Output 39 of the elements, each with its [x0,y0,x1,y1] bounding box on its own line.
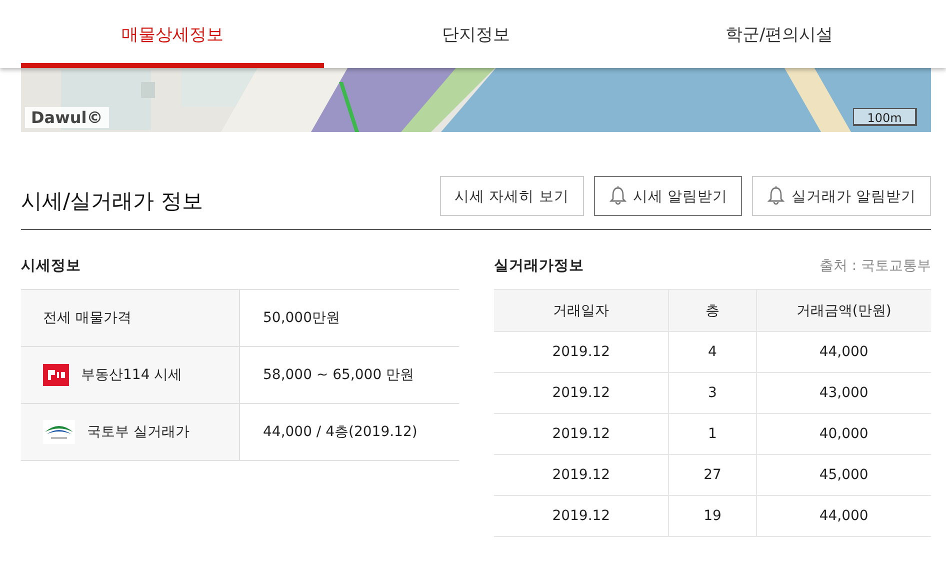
scale-bar: 100m [853,108,917,126]
logo-icon [43,420,75,444]
subsection-title: 실거래가정보 [494,257,584,275]
table-cell: 2019.12 [494,454,669,496]
table-cell: 43,000 [756,372,931,414]
table-cell: 4 [668,332,756,372]
section-title: 시세/실거래가 정보 [21,188,203,215]
source-note: 출처 : 국토교통부 [819,257,931,275]
column-header: 거래금액(만원) [756,290,931,332]
price-label: 부동산114 시세 [81,366,182,384]
price-value: 44,000 / 4층(2019.12) [263,424,418,440]
table-cell: 1 [668,414,756,454]
detail-button[interactable]: 시세 자세히 보기 [440,176,584,216]
column-header: 층 [668,290,756,332]
table-cell: 45,000 [756,454,931,496]
subsection-title: 시세정보 [21,257,81,275]
table-cell: 3 [668,372,756,414]
price-value: 58,000 ~ 65,000 만원 [263,367,414,383]
tab[interactable]: 단지정보 [324,0,628,68]
table-cell: 2019.12 [494,332,669,372]
map-logo: Dawul© [25,107,109,128]
logo-icon [43,364,69,386]
table-cell: 27 [668,454,756,496]
price-label: 국토부 실거래가 [87,423,190,441]
bell-icon [608,186,627,206]
table-cell: 44,000 [756,332,931,372]
table-cell: 44,000 [756,496,931,536]
tab[interactable]: 학군/편의시설 [628,0,931,68]
bell-icon [767,186,786,206]
alert-button[interactable]: 실거래가 알림받기 [752,176,931,216]
table-cell: 2019.12 [494,414,669,454]
alert-button[interactable]: 시세 알림받기 [594,176,742,216]
table-cell: 40,000 [756,414,931,454]
price-label: 전세 매물가격 [43,309,132,327]
table-cell: 2019.12 [494,372,669,414]
table-cell: 2019.12 [494,496,669,536]
price-value: 50,000만원 [263,310,340,326]
table-cell: 19 [668,496,756,536]
column-header: 거래일자 [494,290,669,332]
